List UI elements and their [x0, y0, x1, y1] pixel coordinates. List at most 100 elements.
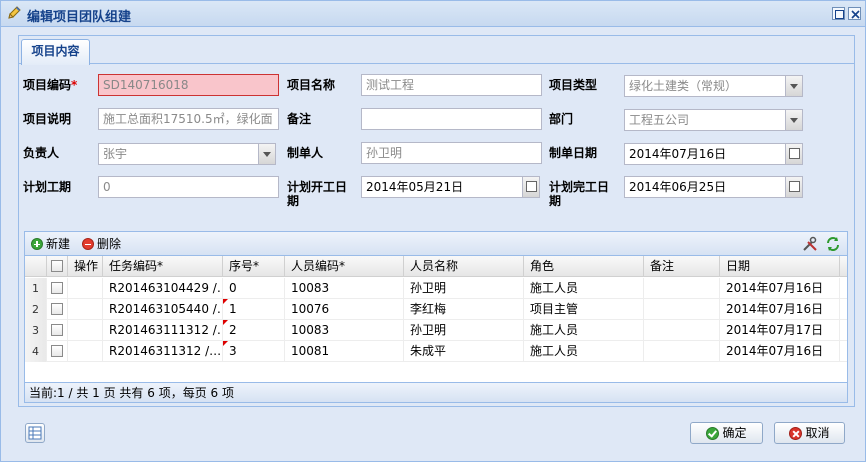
row-checkbox[interactable]	[51, 324, 63, 336]
add-icon	[31, 238, 43, 250]
task-code-cell[interactable]: R201463104429 /…	[103, 278, 223, 299]
chevron-down-icon[interactable]	[785, 110, 802, 130]
staff-code-cell[interactable]: 10083	[285, 278, 404, 299]
header-rownum	[25, 256, 47, 277]
staff-name-cell[interactable]: 孙卫明	[404, 278, 524, 299]
role-cell[interactable]: 施工人员	[524, 341, 644, 362]
creator-field[interactable]: 孙卫明	[361, 142, 542, 164]
staff-code-cell[interactable]: 10081	[285, 341, 404, 362]
select-all-checkbox[interactable]	[51, 260, 63, 272]
date-cell[interactable]: 2014年07月16日	[720, 341, 840, 362]
remark-cell[interactable]	[644, 320, 720, 341]
table-row[interactable]: 4 R20146311312 /… 3 10081 朱成平 施工人员 2014年07月16日	[25, 341, 847, 362]
delete-button[interactable]: 删除	[82, 236, 121, 252]
tab-strip: 项目内容	[19, 36, 854, 65]
header-select-all[interactable]	[47, 256, 68, 277]
row-checkbox[interactable]	[51, 345, 63, 357]
table-row[interactable]: 2 R201463105440 /… 1 10076 李红梅 项目主管 2014年07月16…	[25, 299, 847, 320]
staff-code-cell[interactable]: 10076	[285, 299, 404, 320]
delete-icon	[82, 238, 94, 250]
role-cell[interactable]: 施工人员	[524, 320, 644, 341]
row-action	[68, 278, 103, 299]
remark-cell[interactable]	[644, 299, 720, 320]
add-button[interactable]: 新建	[31, 236, 70, 252]
plan-start-field[interactable]: 2014年05月21日	[361, 176, 540, 198]
role-cell[interactable]: 施工人员	[524, 278, 644, 299]
plan-duration-field[interactable]: 0	[98, 176, 279, 198]
calendar-icon[interactable]	[522, 177, 539, 197]
task-code-cell[interactable]: R201463111312 /…	[103, 320, 223, 341]
remark-cell[interactable]	[644, 278, 720, 299]
header-staff-code[interactable]: 人员编码*	[285, 256, 404, 277]
header-task-code[interactable]: 任务编码*	[103, 256, 223, 277]
table-icon[interactable]	[25, 423, 45, 443]
cancel-button[interactable]: 取消	[774, 422, 845, 444]
project-code-field[interactable]: SD140716018	[98, 74, 279, 96]
tab-project-content[interactable]: 项目内容	[21, 39, 90, 65]
project-desc-field[interactable]: 施工总面积17510.5㎡，绿化面	[98, 108, 279, 130]
calendar-icon[interactable]	[785, 144, 802, 164]
plan-end-value: 2014年06月25日	[629, 180, 727, 194]
row-checkbox-cell[interactable]	[47, 278, 68, 299]
titlebar[interactable]: 编辑项目团队组建	[1, 1, 865, 27]
date-cell[interactable]: 2014年07月16日	[720, 278, 840, 299]
row-number: 4	[25, 341, 47, 362]
row-checkbox-cell[interactable]	[47, 320, 68, 341]
ok-button[interactable]: 确定	[690, 422, 763, 444]
header-role[interactable]: 角色	[524, 256, 644, 277]
create-date-label: 制单日期	[549, 146, 598, 160]
department-combo[interactable]: 工程五公司	[624, 109, 803, 131]
department-label: 部门	[549, 112, 574, 126]
plan-end-field[interactable]: 2014年06月25日	[624, 176, 803, 198]
header-action[interactable]: 操作	[68, 256, 103, 277]
plan-start-value: 2014年05月21日	[366, 180, 464, 194]
project-type-combo[interactable]: 绿化土建类（常规）	[624, 75, 803, 97]
row-checkbox[interactable]	[51, 282, 63, 294]
calendar-icon[interactable]	[785, 177, 802, 197]
table-row[interactable]: 3 R201463111312 /… 2 10083 孙卫明 施工人员 2014年07月17…	[25, 320, 847, 341]
seq-cell[interactable]: 0	[223, 278, 285, 299]
role-cell[interactable]: 项目主管	[524, 299, 644, 320]
row-action	[68, 341, 103, 362]
staff-name-cell[interactable]: 朱成平	[404, 341, 524, 362]
chevron-down-icon[interactable]	[785, 76, 802, 96]
staff-name-cell[interactable]: 孙卫明	[404, 320, 524, 341]
department-value: 工程五公司	[629, 113, 690, 127]
project-name-field[interactable]: 测试工程	[361, 74, 542, 96]
header-date[interactable]: 日期	[720, 256, 840, 277]
window-title: 编辑项目团队组建	[27, 10, 132, 25]
row-checkbox-cell[interactable]	[47, 299, 68, 320]
maximize-button[interactable]	[832, 7, 845, 20]
remark-cell[interactable]	[644, 341, 720, 362]
chevron-down-icon[interactable]	[258, 144, 275, 164]
create-date-field[interactable]: 2014年07月16日	[624, 143, 803, 165]
remark-field[interactable]	[361, 108, 542, 130]
manager-label: 负责人	[23, 146, 60, 160]
refresh-icon[interactable]	[825, 236, 841, 255]
staff-code-cell[interactable]: 10083	[285, 320, 404, 341]
ok-icon	[706, 427, 720, 440]
close-button[interactable]	[848, 7, 861, 20]
row-action	[68, 299, 103, 320]
date-cell[interactable]: 2014年07月16日	[720, 299, 840, 320]
staff-name-cell[interactable]: 李红梅	[404, 299, 524, 320]
header-seq[interactable]: 序号*	[223, 256, 285, 277]
row-checkbox[interactable]	[51, 303, 63, 315]
seq-cell[interactable]: 2	[223, 320, 285, 341]
tools-icon[interactable]	[802, 236, 818, 255]
row-number: 3	[25, 320, 47, 341]
header-staff-name[interactable]: 人员名称	[404, 256, 524, 277]
row-checkbox-cell[interactable]	[47, 341, 68, 362]
row-number: 2	[25, 299, 47, 320]
project-code-label: 项目编码*	[23, 78, 78, 92]
task-code-cell[interactable]: R20146311312 /…	[103, 341, 223, 362]
header-remark[interactable]: 备注	[644, 256, 720, 277]
task-code-cell[interactable]: R201463105440 /…	[103, 299, 223, 320]
manager-combo[interactable]: 张宇	[98, 143, 276, 165]
remark-label: 备注	[287, 112, 312, 126]
paging-bar: 当前:1 / 共 1 页 共有 6 项，每页 6 项	[25, 382, 847, 402]
date-cell[interactable]: 2014年07月17日	[720, 320, 840, 341]
seq-cell[interactable]: 1	[223, 299, 285, 320]
table-row[interactable]: 1 R201463104429 /… 0 10083 孙卫明 施工人员 2014年07月16…	[25, 278, 847, 299]
seq-cell[interactable]: 3	[223, 341, 285, 362]
